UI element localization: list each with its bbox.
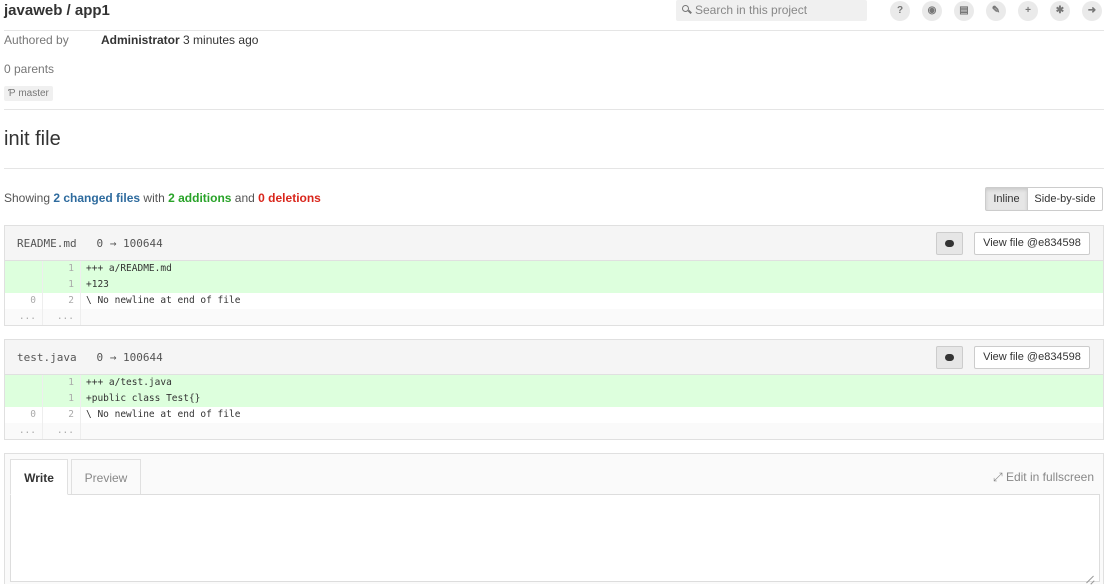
plus-icon: + (1025, 5, 1031, 16)
old-line-number[interactable] (5, 261, 43, 277)
old-line-number[interactable]: 0 (5, 293, 43, 309)
explore-button[interactable]: ◉ (922, 1, 942, 21)
new-line-number: ... (43, 423, 81, 439)
commit-time: 3 minutes ago (183, 33, 259, 47)
line-code: +++ a/README.md (86, 263, 172, 274)
diff-expand-line[interactable]: ... ... (5, 423, 1103, 439)
search-icon (682, 5, 692, 15)
question-icon: ? (896, 5, 904, 16)
file-diff-readme: README.md 0 → 100644 View file @e834598 … (4, 225, 1104, 326)
additions-count: 2 additions (168, 191, 232, 205)
line-code: +++ a/test.java (86, 377, 172, 388)
side-by-side-view-button[interactable]: Side-by-side (1027, 187, 1103, 211)
edit-fullscreen-link[interactable]: ⤢ Edit in fullscreen (993, 470, 1094, 485)
old-line-number[interactable] (5, 375, 43, 391)
comment-icon (945, 240, 954, 247)
old-line-number: ... (5, 423, 43, 439)
new-line-number[interactable]: 1 (43, 391, 81, 407)
file-name[interactable]: README.md (17, 237, 77, 250)
author-name[interactable]: Administrator (101, 33, 180, 47)
meta-divider (4, 109, 1104, 110)
file-name[interactable]: test.java (17, 351, 77, 364)
gear-icon: ✱ (1055, 5, 1065, 16)
toggle-comments-button[interactable] (936, 232, 963, 255)
line-code: +public class Test{} (86, 393, 201, 404)
resize-handle-icon[interactable] (1086, 576, 1094, 584)
new-project-button[interactable]: + (1018, 1, 1038, 21)
old-line-number: ... (5, 309, 43, 325)
fullscreen-label: Edit in fullscreen (1005, 470, 1094, 484)
file-header: README.md 0 → 100644 View file @e834598 (5, 226, 1103, 261)
line-code: +123 (86, 279, 109, 290)
new-line-number[interactable]: 1 (43, 261, 81, 277)
deletions-count: 0 deletions (258, 191, 321, 205)
logout-button[interactable]: ➜ (1082, 1, 1102, 21)
new-line-number[interactable]: 1 (43, 375, 81, 391)
new-line-number: ... (43, 309, 81, 325)
globe-icon: ◉ (927, 5, 937, 16)
search-placeholder: Search in this project (695, 3, 808, 17)
wrench-icon: ✎ (991, 5, 1001, 16)
settings-button[interactable]: ✱ (1050, 1, 1070, 21)
new-line-number[interactable]: 1 (43, 277, 81, 293)
admin-button[interactable]: ✎ (986, 1, 1006, 21)
old-line-number[interactable]: 0 (5, 407, 43, 423)
copy-icon: ▤ (959, 5, 969, 16)
line-code: \ No newline at end of file (86, 295, 241, 306)
comment-icon (945, 354, 954, 361)
diff-expand-line[interactable]: ... ... (5, 309, 1103, 325)
top-header: javaweb / app1 Search in this project ? … (0, 0, 1108, 21)
help-button[interactable]: ? (890, 1, 910, 21)
file-title: README.md 0 → 100644 (17, 237, 163, 250)
tab-write[interactable]: Write (10, 459, 68, 495)
parents-count: 0 parents (4, 62, 55, 76)
authored-label: Authored by (4, 33, 69, 47)
old-line-number[interactable] (5, 277, 43, 293)
stats-and: and (234, 191, 255, 205)
title-divider (4, 168, 1104, 169)
line-code: \ No newline at end of file (86, 409, 241, 420)
header-divider (4, 30, 1104, 31)
diff-line: 1 +public class Test{} (5, 391, 1103, 407)
stats-prefix: Showing (4, 191, 51, 205)
diff-line: 0 2 \ No newline at end of file (5, 293, 1103, 309)
new-line-number[interactable]: 2 (43, 407, 81, 423)
old-line-number[interactable] (5, 391, 43, 407)
file-title: test.java 0 → 100644 (17, 351, 163, 364)
commit-title: init file (4, 128, 61, 150)
stats-with: with (143, 191, 165, 205)
file-header: test.java 0 → 100644 View file @e834598 (5, 340, 1103, 375)
view-file-button[interactable]: View file @e834598 (974, 346, 1090, 369)
changed-files-link[interactable]: 2 changed files (53, 191, 140, 205)
diff-line: 0 2 \ No newline at end of file (5, 407, 1103, 423)
file-mode: 0 → 100644 (96, 237, 163, 250)
comment-textarea[interactable] (10, 494, 1100, 582)
diff-line: 1 +++ a/test.java (5, 375, 1103, 391)
diff-line: 1 +++ a/README.md (5, 261, 1103, 277)
new-line-number[interactable]: 2 (43, 293, 81, 309)
file-mode: 0 → 100644 (96, 351, 163, 364)
branch-icon: Ƥ (8, 88, 16, 99)
diff-stats: Showing 2 changed files with 2 additions… (4, 191, 321, 205)
toggle-comments-button[interactable] (936, 346, 963, 369)
inline-view-button[interactable]: Inline (985, 187, 1028, 211)
diff-line: 1 +123 (5, 277, 1103, 293)
branch-badge[interactable]: Ƥ master (4, 86, 53, 101)
tab-preview[interactable]: Preview (71, 459, 141, 495)
search-input[interactable]: Search in this project (676, 0, 867, 21)
branch-name: master (18, 88, 49, 99)
logout-icon: ➜ (1087, 5, 1097, 16)
comment-editor: Write Preview ⤢ Edit in fullscreen (4, 453, 1104, 584)
project-title[interactable]: javaweb / app1 (4, 2, 110, 19)
view-file-button[interactable]: View file @e834598 (974, 232, 1090, 255)
file-diff-test-java: test.java 0 → 100644 View file @e834598 … (4, 339, 1104, 440)
expand-icon: ⤢ (993, 470, 1003, 484)
author-info: Administrator 3 minutes ago (101, 33, 258, 47)
snippets-button[interactable]: ▤ (954, 1, 974, 21)
